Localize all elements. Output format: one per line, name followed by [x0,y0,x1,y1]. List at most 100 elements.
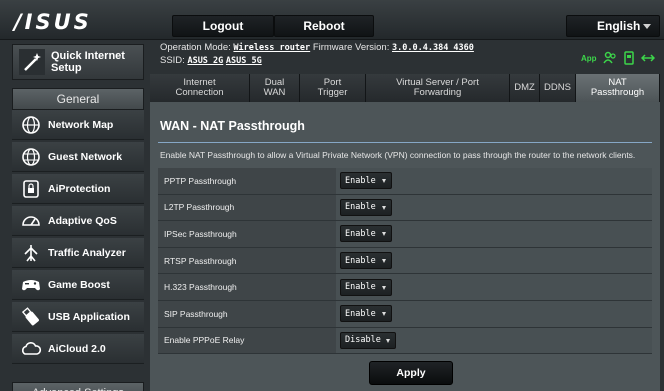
globe-network-icon [22,115,40,134]
sidebar-item-aiprotection[interactable]: AiProtection [12,174,144,204]
title-divider [158,142,652,143]
chevron-down-icon [382,232,386,237]
chevron-down-icon [382,312,386,317]
chevron-down-icon [382,205,386,210]
setting-label: SIP Passthrough [158,300,336,327]
tab-label-line2: Forwarding [413,87,462,98]
top-bar: /ISUS Logout Reboot English [0,0,664,40]
usb-icon [21,306,39,325]
sidebar-item-game-boost[interactable]: Game Boost [12,270,144,300]
firmware-link[interactable]: 3.0.0.4.384_4360 [392,43,474,53]
sidebar-item-aicloud[interactable]: AiCloud 2.0 [12,334,144,364]
h323-passthrough-select[interactable]: Enable [340,278,392,296]
quick-setup-label-line2: Setup [51,62,82,74]
setting-row-rtsp: RTSP Passthrough Enable [158,247,652,275]
setting-label: H.323 Passthrough [158,274,336,300]
select-value: Enable [345,255,376,266]
usb-status-icon[interactable] [623,51,635,65]
chevron-down-icon [382,179,386,184]
sidebar-item-label: Guest Network [48,150,123,163]
quick-internet-setup-button[interactable]: Quick Internet Setup [12,44,144,80]
asus-logo: /ISUS [14,10,92,34]
chevron-down-icon [386,338,390,343]
tab-label-line2: Passthrough [590,87,645,98]
setting-row-l2tp: L2TP Passthrough Enable [158,194,652,222]
tab-nat-passthrough[interactable]: NAT Passthrough [576,74,660,102]
ssid-5g-link[interactable]: ASUS_5G [226,56,262,66]
status-icons: App [581,51,655,65]
setting-row-ipsec: IPSec Passthrough Enable [158,221,652,248]
l2tp-passthrough-select[interactable]: Enable [340,198,392,216]
tab-bar: Internet Connection Dual WAN Port Trigger V… [150,74,660,102]
clients-icon[interactable] [602,51,617,65]
firmware-label: Firmware Version: [312,42,390,53]
sidebar-item-label: Adaptive QoS [48,214,117,227]
reboot-button[interactable]: Reboot [274,15,374,37]
page-description: Enable NAT Passthrough to allow a Virtua… [160,150,636,160]
sidebar-item-label: Network Map [48,118,114,131]
setting-label: PPTP Passthrough [158,168,336,194]
tab-dual-wan[interactable]: Dual WAN [250,74,300,102]
wand-icon [19,49,45,75]
setting-label: RTSP Passthrough [158,247,336,274]
operation-mode-label: Operation Mode: [160,42,231,53]
tab-label-line1: DMZ [514,82,535,93]
cloud-icon [22,341,42,355]
chevron-down-icon [643,24,651,29]
apply-button[interactable]: Apply [369,361,453,385]
gamepad-icon [22,279,40,290]
advanced-settings-heading: Advanced Settings [12,382,144,391]
operation-mode-link[interactable]: Wireless router [233,43,310,53]
lock-shield-icon [23,179,39,198]
language-select[interactable]: English [566,15,660,37]
tab-internet-connection[interactable]: Internet Connection [150,74,250,102]
select-value: Disable [345,335,381,346]
rtsp-passthrough-select[interactable]: Enable [340,252,392,270]
network-status-icon[interactable] [640,51,655,65]
setting-row-pptp: PPTP Passthrough Enable [158,168,652,195]
tab-virtual-server[interactable]: Virtual Server / Port Forwarding [366,74,510,102]
sip-passthrough-select[interactable]: Enable [340,305,392,323]
globe-guest-icon [22,147,40,166]
ssid-2g-link[interactable]: ASUS_2G [187,56,223,66]
sidebar-item-adaptive-qos[interactable]: Adaptive QoS [12,206,144,236]
tab-dmz[interactable]: DMZ [510,74,540,102]
logout-button[interactable]: Logout [172,15,274,37]
sidebar-item-label: Game Boost [48,278,110,291]
tab-label-line2: Trigger [317,87,348,98]
ipsec-passthrough-select[interactable]: Enable [340,225,392,243]
language-value: English [597,19,641,33]
pppoe-relay-select[interactable]: Disable [340,331,396,349]
sidebar: Quick Internet Setup General Network Map… [12,44,144,391]
tab-ddns[interactable]: DDNS [540,74,576,102]
sidebar-item-label: AiProtection [48,182,111,195]
sidebar-item-network-map[interactable]: Network Map [12,110,144,140]
pptp-passthrough-select[interactable]: Enable [340,172,392,190]
settings-table: PPTP Passthrough Enable L2TP Passthrough… [158,168,652,355]
setting-label: Enable PPPoE Relay [158,327,336,354]
quick-setup-label-line1: Quick Internet [51,50,125,62]
setting-label: L2TP Passthrough [158,194,336,221]
setting-row-pppoe-relay: Enable PPPoE Relay Disable [158,327,652,355]
general-heading: General [12,88,144,110]
select-value: Enable [345,175,376,186]
page-title: WAN - NAT Passthrough [160,119,305,133]
setting-row-h323: H.323 Passthrough Enable [158,274,652,301]
tab-label-line1: DDNS [544,82,571,93]
setting-row-sip: SIP Passthrough Enable [158,300,652,328]
tab-port-trigger[interactable]: Port Trigger [300,74,366,102]
select-value: Enable [345,228,376,239]
content-panel: WAN - NAT Passthrough Enable NAT Passthr… [150,102,660,391]
speedometer-icon [22,215,40,226]
tab-label-line2: Connection [175,87,224,98]
app-link[interactable]: App [581,54,597,63]
setting-label: IPSec Passthrough [158,221,336,247]
select-value: Enable [345,202,376,213]
ssid-label: SSID: [160,55,185,66]
sidebar-item-usb-application[interactable]: USB Application [12,302,144,332]
select-value: Enable [345,282,376,293]
sidebar-item-label: AiCloud 2.0 [48,342,106,355]
chevron-down-icon [382,259,386,264]
sidebar-item-traffic-analyzer[interactable]: Traffic Analyzer [12,238,144,268]
sidebar-item-guest-network[interactable]: Guest Network [12,142,144,172]
